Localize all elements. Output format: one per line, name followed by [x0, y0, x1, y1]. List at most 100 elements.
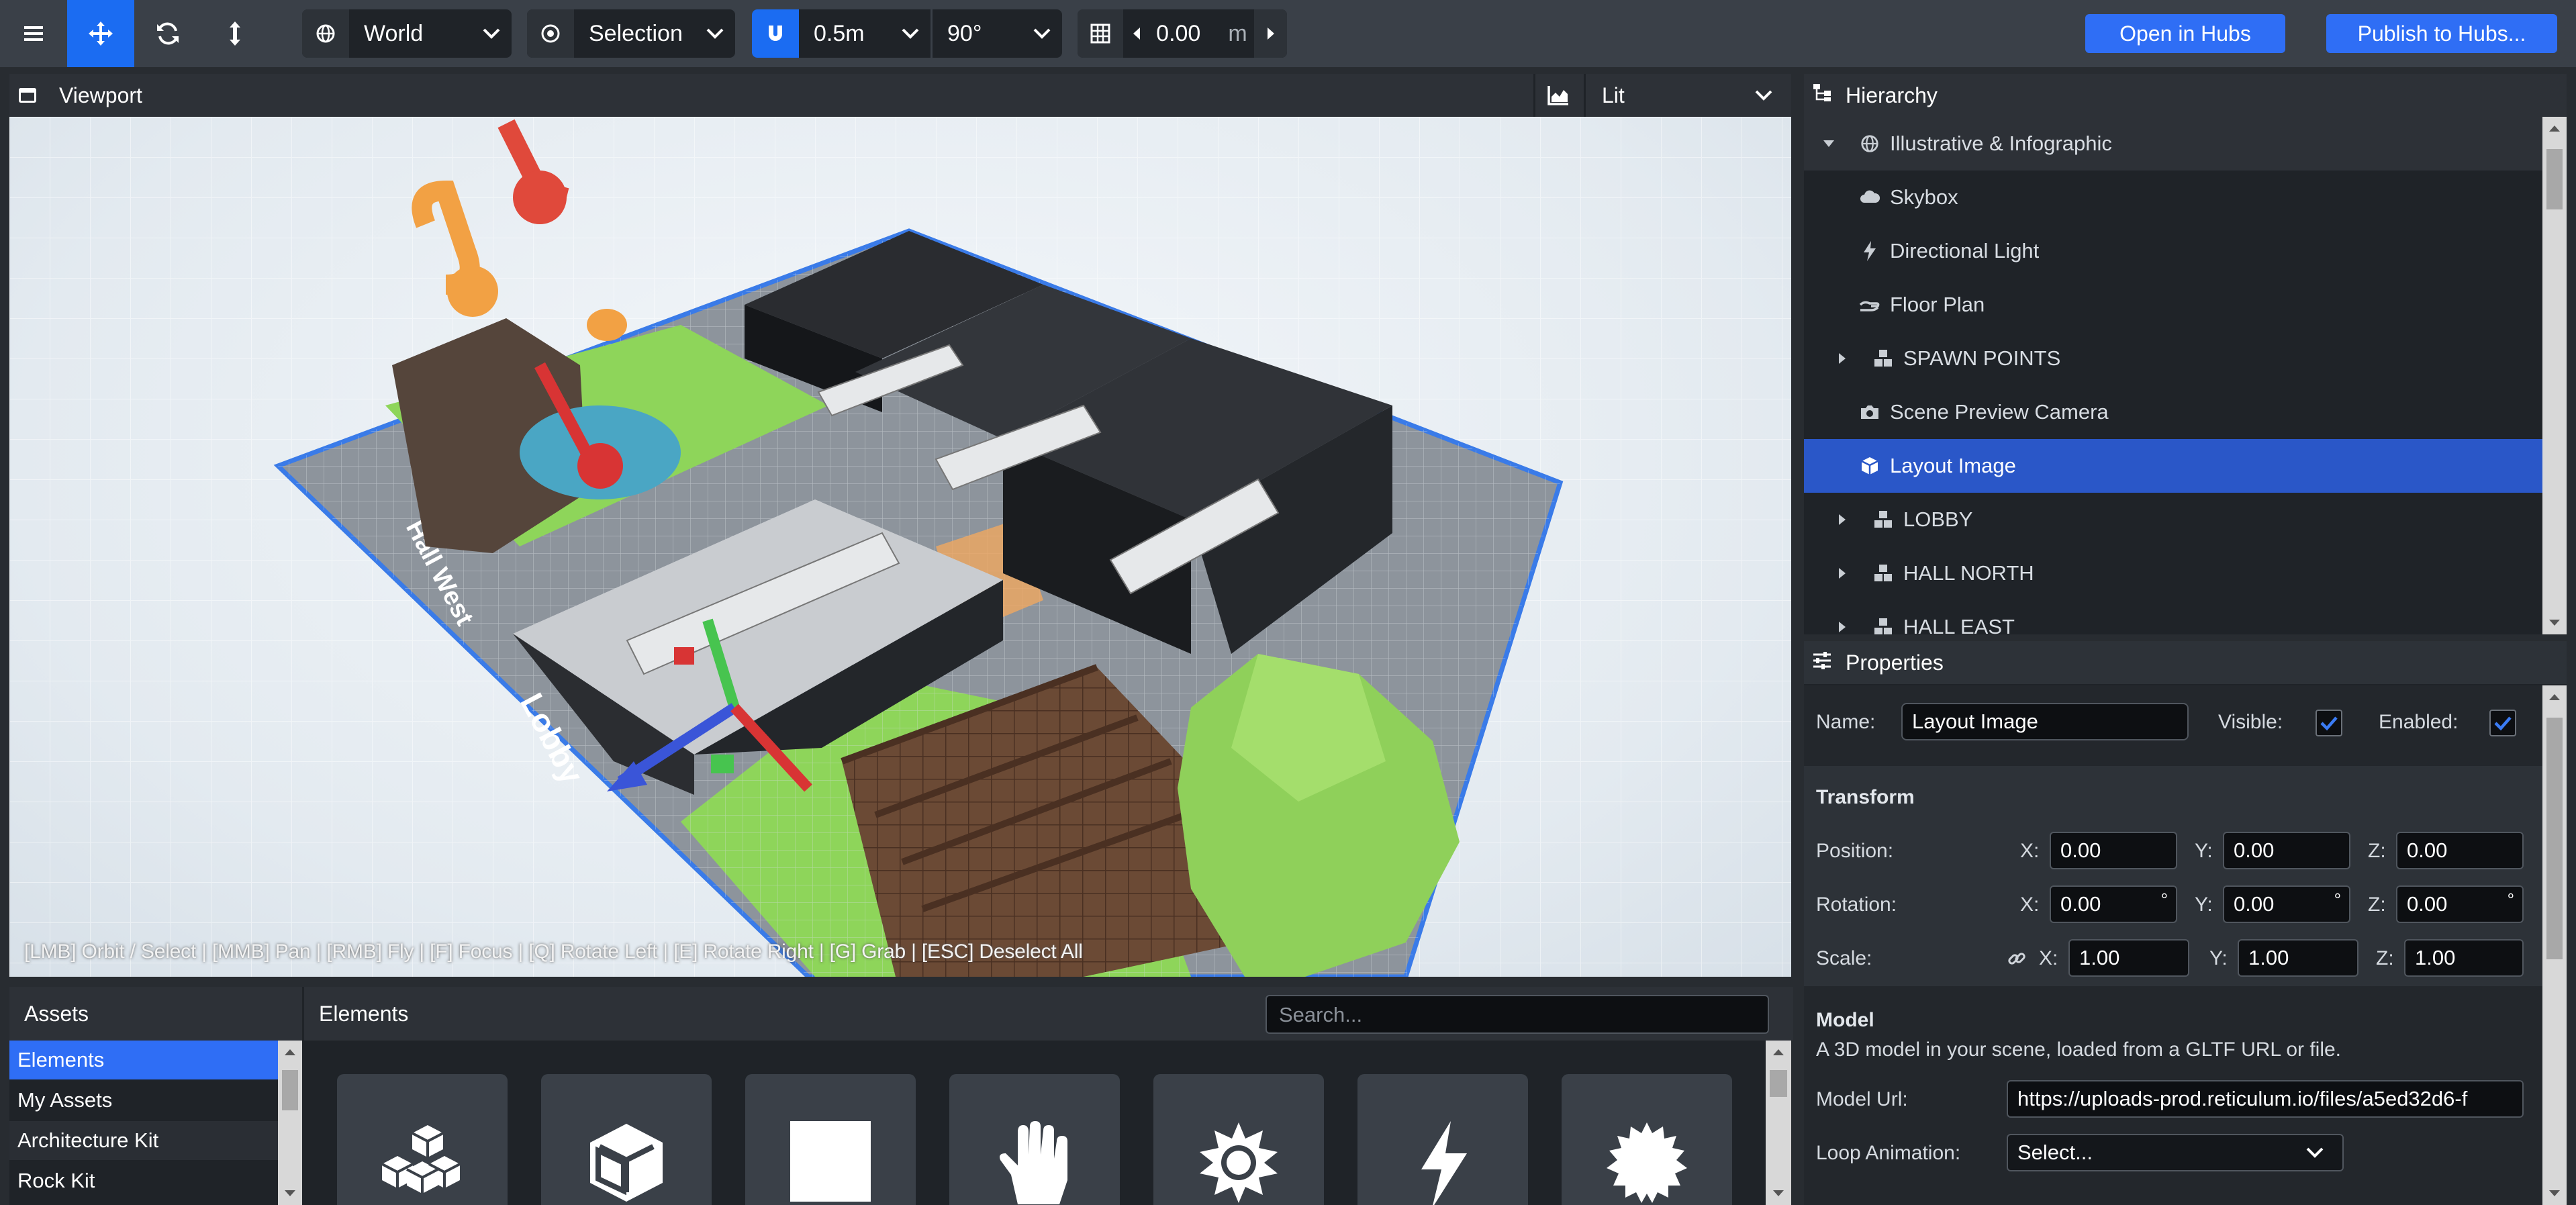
- scroll-down-icon[interactable]: [283, 1189, 297, 1198]
- grid-icon[interactable]: [1078, 9, 1124, 58]
- cube-icon: [1856, 456, 1883, 476]
- element-tile[interactable]: [949, 1074, 1120, 1205]
- hierarchy-item-hall-north[interactable]: HALL NORTH: [1804, 546, 2542, 600]
- properties-body: Name: Layout Image Visible: Enabled: Tra…: [1804, 685, 2542, 1205]
- rotation-x-input[interactable]: 0.00 °: [2050, 885, 2177, 923]
- enabled-checkbox[interactable]: [2489, 710, 2516, 736]
- visible-checkbox[interactable]: [2316, 710, 2342, 736]
- translate-tool-button[interactable]: [67, 0, 134, 67]
- transform-title: Transform: [1816, 786, 1915, 808]
- snap-controls: 0.5m 90°: [752, 9, 1062, 58]
- rotation-z-label: Z:: [2368, 894, 2386, 916]
- properties-scrollbar[interactable]: [2542, 685, 2567, 1205]
- rotation-z-input[interactable]: 0.00 °: [2396, 885, 2524, 923]
- hierarchy-item-layout-image[interactable]: Layout Image: [1804, 439, 2542, 493]
- degree-unit: °: [2160, 889, 2168, 910]
- hierarchy-item-skybox[interactable]: Skybox: [1804, 171, 2542, 224]
- position-x-input[interactable]: 0.00: [2050, 832, 2177, 869]
- hierarchy-item-scene-preview-camera[interactable]: Scene Preview Camera: [1804, 385, 2542, 439]
- scroll-up-icon[interactable]: [283, 1047, 297, 1057]
- hierarchy-item-label: HALL EAST: [1903, 615, 2015, 634]
- element-tile[interactable]: [337, 1074, 508, 1205]
- elements-scrollbar-thumb[interactable]: [1770, 1070, 1787, 1097]
- position-z-input[interactable]: 0.00: [2396, 832, 2524, 869]
- hierarchy-item-label: Scene Preview Camera: [1890, 400, 2109, 424]
- properties-header: Properties: [1804, 641, 2567, 685]
- scroll-up-icon[interactable]: [2548, 124, 2561, 133]
- grid-increase-button[interactable]: [1254, 9, 1287, 58]
- publish-to-hubs-button[interactable]: Publish to Hubs...: [2326, 14, 2557, 53]
- hierarchy-scrollbar-thumb[interactable]: [2546, 149, 2563, 209]
- magnet-icon[interactable]: [752, 9, 799, 58]
- element-tile[interactable]: [1153, 1074, 1324, 1205]
- grid-decrease-button[interactable]: [1123, 26, 1149, 41]
- asset-search-input[interactable]: Search...: [1266, 995, 1769, 1034]
- rotate-tool-button[interactable]: [134, 0, 201, 67]
- scroll-down-icon[interactable]: [1772, 1189, 1785, 1198]
- asset-category-architecture-kit[interactable]: Architecture Kit: [9, 1121, 278, 1160]
- hierarchy-item-illustrative-infographic[interactable]: Illustrative & Infographic: [1804, 117, 2542, 171]
- snap-angle-select[interactable]: 90°: [933, 9, 1062, 58]
- snap-distance-select[interactable]: 0.5m: [799, 9, 931, 58]
- scroll-down-icon[interactable]: [2548, 618, 2561, 628]
- enabled-label: Enabled:: [2379, 711, 2459, 733]
- target-icon: [527, 9, 574, 58]
- position-y-input[interactable]: 0.00: [2223, 832, 2350, 869]
- name-input[interactable]: Layout Image: [1901, 703, 2189, 740]
- asset-category-elements[interactable]: Elements: [9, 1041, 278, 1079]
- scale-x-input[interactable]: 1.00: [2068, 939, 2189, 977]
- scale-tool-button[interactable]: [201, 0, 269, 67]
- model-url-input[interactable]: https://uploads-prod.reticulum.io/files/…: [2007, 1080, 2524, 1118]
- elements-scrollbar[interactable]: [1766, 1041, 1791, 1205]
- asset-category-rock-kit[interactable]: Rock Kit: [9, 1161, 278, 1200]
- grid-height-value[interactable]: 0.00: [1149, 21, 1228, 47]
- link-icon[interactable]: [2007, 949, 2027, 972]
- caret-down-icon[interactable]: [1819, 139, 1839, 148]
- scale-y-input[interactable]: 1.00: [2238, 939, 2358, 977]
- hierarchy-item-hall-east[interactable]: HALL EAST: [1804, 600, 2542, 634]
- assets-title: Assets: [24, 1001, 89, 1026]
- hierarchy-item-spawn-points[interactable]: SPAWN POINTS: [1804, 332, 2542, 385]
- hierarchy-item-floor-plan[interactable]: Floor Plan: [1804, 278, 2542, 332]
- caret-right-icon[interactable]: [1832, 513, 1852, 526]
- hierarchy-item-directional-light[interactable]: Directional Light: [1804, 224, 2542, 278]
- scroll-up-icon[interactable]: [2548, 692, 2561, 702]
- caret-right-icon[interactable]: [1832, 567, 1852, 580]
- element-tile[interactable]: [541, 1074, 712, 1205]
- hierarchy-panel: Hierarchy Illustrative & Infographic Skyb…: [1804, 74, 2567, 634]
- element-tile[interactable]: [1357, 1074, 1528, 1205]
- elements-header: Elements Search...: [302, 987, 1793, 1041]
- 3d-scene-canvas[interactable]: Hall West Lobby east: [9, 117, 1791, 977]
- asset-category-scrollbar-thumb[interactable]: [282, 1070, 298, 1110]
- loop-animation-select[interactable]: Select...: [2007, 1134, 2344, 1171]
- hierarchy-item-label: Floor Plan: [1890, 293, 1985, 316]
- scroll-down-icon[interactable]: [2548, 1189, 2561, 1198]
- caret-right-icon[interactable]: [1832, 352, 1852, 365]
- properties-scrollbar-thumb[interactable]: [2546, 718, 2563, 959]
- menu-button[interactable]: [0, 0, 67, 67]
- rotation-y-label: Y:: [2195, 894, 2213, 916]
- hamburger-icon: [24, 26, 43, 41]
- transform-space-select[interactable]: World: [302, 9, 512, 58]
- transform-space-value: World: [364, 20, 424, 46]
- cloud-icon: [1856, 189, 1883, 205]
- asset-category-scrollbar[interactable]: [278, 1041, 302, 1205]
- rotation-y-input[interactable]: 0.00 °: [2223, 885, 2350, 923]
- stats-chart-icon[interactable]: [1547, 85, 1570, 111]
- element-tile[interactable]: [1562, 1074, 1732, 1205]
- asset-category-my-assets[interactable]: My Assets: [9, 1081, 278, 1120]
- search-placeholder: Search...: [1279, 1003, 1363, 1026]
- hierarchy-scrollbar[interactable]: [2542, 117, 2567, 634]
- scale-z-input[interactable]: 1.00: [2404, 939, 2524, 977]
- cubes-icon: [1870, 564, 1897, 583]
- snap-distance-value: 0.5m: [814, 20, 865, 46]
- render-mode-select[interactable]: Lit: [1587, 74, 1791, 117]
- element-tile[interactable]: [745, 1074, 916, 1205]
- open-in-hubs-button[interactable]: Open in Hubs: [2085, 14, 2285, 53]
- caret-right-icon[interactable]: [1832, 620, 1852, 634]
- sliders-icon: [1812, 650, 1839, 675]
- transform-pivot-select[interactable]: Selection: [527, 9, 735, 58]
- transform-pivot-value: Selection: [589, 20, 683, 46]
- hierarchy-item-lobby[interactable]: LOBBY: [1804, 493, 2542, 546]
- scroll-up-icon[interactable]: [1772, 1047, 1785, 1057]
